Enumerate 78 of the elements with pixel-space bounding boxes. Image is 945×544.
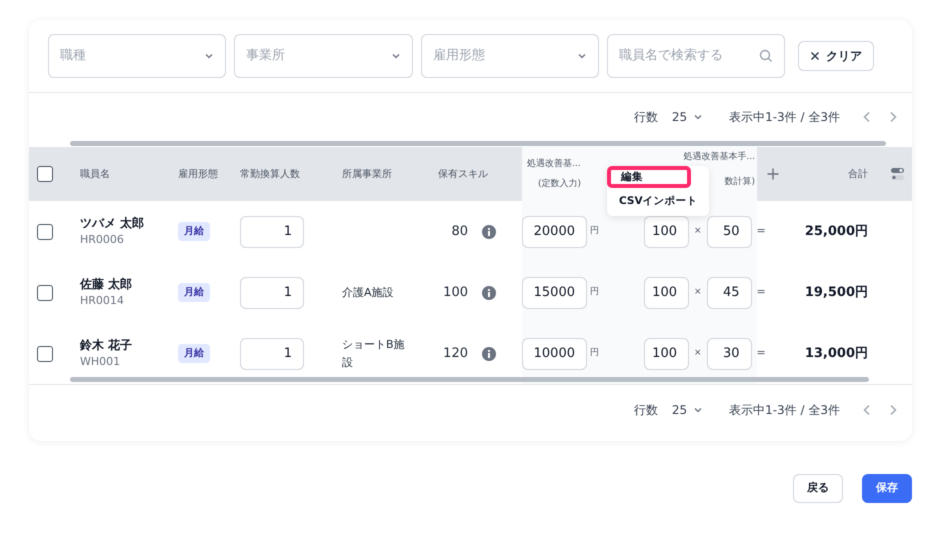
add-column-button[interactable] (767, 168, 779, 180)
multiply-sign: × (694, 224, 702, 238)
rows-label: 行数 (634, 109, 658, 126)
rows-select[interactable]: 25 (672, 108, 704, 126)
skill-score: 80 (451, 222, 468, 241)
office-name: ショートB施設 (342, 336, 406, 370)
input-field[interactable]: 45 (706, 276, 752, 308)
input-field[interactable]: 100 (644, 276, 689, 308)
column-header: 職員名 (80, 168, 110, 182)
checkbox[interactable] (37, 346, 53, 362)
employee-name: ツバメ 太郎 (80, 215, 144, 232)
chevron-down-icon (693, 112, 704, 122)
employee-id: HR0014 (80, 293, 124, 310)
next-page-button[interactable] (888, 404, 898, 416)
employee-name: 鈴木 花子 (80, 337, 132, 354)
toggle-icon[interactable] (891, 167, 904, 181)
employment-tag: 月給 (178, 283, 210, 302)
column-header: (定数入力) (537, 178, 582, 191)
column-header: 数計算) (724, 176, 755, 188)
input-field[interactable]: 15000 (522, 276, 587, 308)
input-field[interactable]: 1 (240, 276, 304, 308)
input-field[interactable]: 30 (706, 338, 752, 370)
multiply-sign: × (694, 286, 702, 299)
total-amount: 25,000円 (804, 222, 868, 241)
close-icon (810, 51, 820, 61)
skill-score: 100 (443, 284, 468, 302)
column-header: 処遇改善基... (527, 157, 581, 171)
back-button[interactable]: 戻る (793, 474, 843, 503)
checkbox[interactable] (37, 224, 53, 240)
menu-item[interactable]: CSVインポート (607, 188, 709, 214)
unit-label: 円 (590, 224, 599, 238)
employment-tag: 月給 (178, 344, 210, 363)
clear-button[interactable]: クリア (798, 41, 874, 71)
column-header: 処遇改善基本手... (683, 151, 755, 163)
column-header: 雇用形態 (178, 168, 218, 182)
column-header: 合計 (848, 168, 868, 182)
previous-page-button[interactable] (862, 111, 872, 123)
save-button[interactable]: 保存 (862, 474, 912, 503)
multiply-sign: × (694, 346, 702, 360)
equals-sign: = (756, 284, 766, 300)
total-amount: 13,000円 (804, 344, 868, 363)
input-field[interactable]: 50 (706, 216, 752, 248)
column-header: 保有スキル (438, 168, 488, 182)
employee-id: WH001 (80, 354, 120, 370)
unit-label: 円 (590, 346, 599, 360)
employee-name: 佐藤 太郎 (80, 276, 132, 294)
info-icon[interactable] (482, 286, 496, 300)
employee-id: HR0006 (80, 232, 124, 248)
input-field[interactable]: 20000 (522, 216, 587, 248)
input-field[interactable]: 10000 (522, 338, 587, 370)
input-field[interactable]: 100 (644, 338, 689, 370)
office-name: 介護A施設 (342, 284, 394, 300)
next-page-button[interactable] (888, 111, 898, 123)
input-field[interactable]: 1 (240, 338, 304, 370)
search-icon (759, 49, 773, 63)
chevron-down-icon (391, 51, 401, 61)
column-header: 常勤換算人数 (240, 168, 300, 182)
unit-label: 円 (590, 286, 599, 299)
input-field[interactable]: 1 (240, 216, 304, 248)
chevron-down-icon (577, 51, 587, 61)
info-icon[interactable] (482, 224, 496, 238)
page-range: 表示中1-3件 / 全3件 (729, 109, 840, 126)
previous-page-button[interactable] (862, 404, 872, 416)
input-field[interactable]: 100 (644, 216, 689, 248)
checkbox[interactable] (37, 284, 53, 300)
equals-sign: = (756, 223, 766, 240)
menu-item[interactable]: 編集 (607, 166, 691, 188)
skill-score: 120 (443, 344, 468, 363)
total-amount: 19,500円 (804, 284, 868, 302)
chevron-down-icon (204, 51, 214, 61)
info-icon[interactable] (482, 346, 496, 360)
rows-select[interactable]: 25 (672, 400, 704, 418)
employment-tag: 月給 (178, 222, 210, 241)
column-header: 所属事業所 (342, 168, 392, 182)
page-range: 表示中1-3件 / 全3件 (729, 402, 840, 418)
equals-sign: = (756, 345, 766, 362)
checkbox[interactable] (37, 166, 53, 182)
rows-label: 行数 (634, 402, 658, 418)
